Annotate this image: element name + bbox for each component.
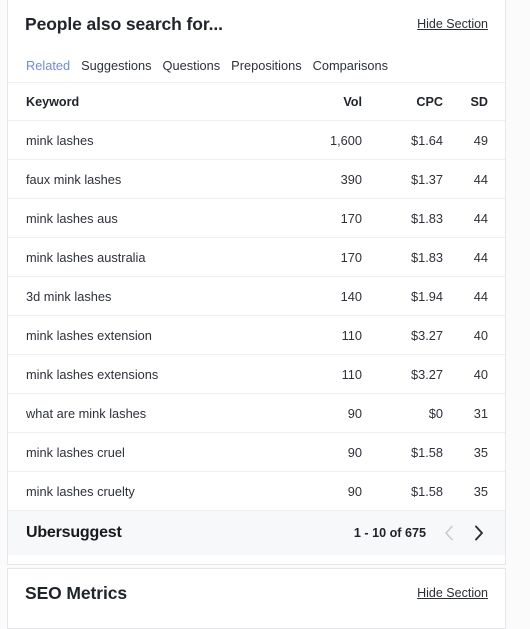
- keywords-table: Keyword Vol CPC SD mink lashes 1,600 $1.64…: [8, 82, 505, 511]
- table-body: mink lashes 1,600 $1.64 49 faux mink lashes 3…: [8, 120, 505, 511]
- pagination-count: 1 - 10 of 675: [353, 526, 426, 540]
- tab-questions[interactable]: Questions: [163, 58, 221, 73]
- sd-cell: 49: [443, 120, 505, 160]
- pagination: 1 - 10 of 675: [354, 521, 491, 545]
- seo-metrics-card: SEO Metrics Hide Section: [7, 568, 506, 629]
- tab-comparisons[interactable]: Comparisons: [313, 58, 388, 73]
- pagination-next-button[interactable]: [467, 521, 491, 545]
- volume-cell: 1,600: [284, 120, 362, 160]
- sd-cell: 44: [443, 237, 505, 277]
- table-header: Keyword Vol CPC SD: [8, 82, 505, 121]
- column-header-vol[interactable]: Vol: [284, 82, 362, 121]
- cpc-cell: $1.58: [362, 471, 443, 511]
- column-header-cpc[interactable]: CPC: [362, 82, 443, 121]
- table-row: mink lashes cruelty 90 $1.58 35: [8, 471, 505, 511]
- chevron-right-icon: [474, 525, 484, 541]
- keyword-cell[interactable]: mink lashes extensions: [8, 354, 284, 394]
- table-row: faux mink lashes 390 $1.37 44: [8, 159, 505, 199]
- sd-cell: 44: [443, 276, 505, 316]
- sd-cell: 40: [443, 354, 505, 394]
- volume-cell: 170: [284, 237, 362, 277]
- column-header-sd[interactable]: SD: [443, 82, 505, 121]
- sd-cell: 31: [443, 393, 505, 433]
- cpc-cell: $3.27: [362, 315, 443, 355]
- tab-related[interactable]: Related: [26, 58, 70, 73]
- seo-metrics-header: SEO Metrics Hide Section: [8, 569, 505, 617]
- sd-cell: 35: [443, 432, 505, 472]
- cpc-cell: $3.27: [362, 354, 443, 394]
- volume-cell: 90: [284, 471, 362, 511]
- keyword-cell[interactable]: mink lashes aus: [8, 198, 284, 238]
- cpc-cell: $1.94: [362, 276, 443, 316]
- keyword-cell[interactable]: mink lashes cruel: [8, 432, 284, 472]
- section-header: People also search for... Hide Section: [8, 0, 505, 48]
- table-row: mink lashes cruel 90 $1.58 35: [8, 432, 505, 472]
- keyword-cell[interactable]: 3d mink lashes: [8, 276, 284, 316]
- volume-cell: 110: [284, 315, 362, 355]
- sd-cell: 44: [443, 198, 505, 238]
- chevron-left-icon: [444, 525, 454, 541]
- keyword-cell[interactable]: mink lashes: [8, 120, 284, 160]
- table-footer: Ubersuggest 1 - 10 of 675: [8, 511, 505, 555]
- sd-cell: 44: [443, 159, 505, 199]
- pagination-prev-button[interactable]: [437, 521, 461, 545]
- page-title: People also search for...: [25, 13, 223, 34]
- volume-cell: 170: [284, 198, 362, 238]
- table-row: what are mink lashes 90 $0 31: [8, 393, 505, 433]
- people-also-search-card: People also search for... Hide Section R…: [7, 0, 506, 565]
- cpc-cell: $1.64: [362, 120, 443, 160]
- keyword-cell[interactable]: mink lashes australia: [8, 237, 284, 277]
- volume-cell: 90: [284, 393, 362, 433]
- keyword-cell[interactable]: faux mink lashes: [8, 159, 284, 199]
- cpc-cell: $0: [362, 393, 443, 433]
- volume-cell: 110: [284, 354, 362, 394]
- keyword-cell[interactable]: mink lashes cruelty: [8, 471, 284, 511]
- sd-cell: 35: [443, 471, 505, 511]
- table-row: 3d mink lashes 140 $1.94 44: [8, 276, 505, 316]
- cpc-cell: $1.58: [362, 432, 443, 472]
- table-header-row: Keyword Vol CPC SD: [8, 82, 505, 121]
- tab-prepositions[interactable]: Prepositions: [231, 58, 301, 73]
- table-row: mink lashes extension 110 $3.27 40: [8, 315, 505, 355]
- app-page: People also search for... Hide Section R…: [0, 0, 530, 629]
- table-row: mink lashes aus 170 $1.83 44: [8, 198, 505, 238]
- column-header-keyword[interactable]: Keyword: [8, 82, 284, 121]
- cpc-cell: $1.37: [362, 159, 443, 199]
- volume-cell: 90: [284, 432, 362, 472]
- ubersuggest-brand: Ubersuggest: [26, 524, 122, 541]
- volume-cell: 390: [284, 159, 362, 199]
- seo-metrics-title: SEO Metrics: [25, 582, 127, 603]
- volume-cell: 140: [284, 276, 362, 316]
- cpc-cell: $1.83: [362, 237, 443, 277]
- sd-cell: 40: [443, 315, 505, 355]
- tab-bar: Related Suggestions Questions Prepositio…: [8, 48, 505, 82]
- keyword-cell[interactable]: what are mink lashes: [8, 393, 284, 433]
- hide-section-link[interactable]: Hide Section: [417, 17, 488, 31]
- table-row: mink lashes extensions 110 $3.27 40: [8, 354, 505, 394]
- table-row: mink lashes australia 170 $1.83 44: [8, 237, 505, 277]
- table-row: mink lashes 1,600 $1.64 49: [8, 120, 505, 160]
- cpc-cell: $1.83: [362, 198, 443, 238]
- keyword-cell[interactable]: mink lashes extension: [8, 315, 284, 355]
- seo-metrics-hide-section-link[interactable]: Hide Section: [417, 586, 488, 600]
- tab-suggestions[interactable]: Suggestions: [81, 58, 151, 73]
